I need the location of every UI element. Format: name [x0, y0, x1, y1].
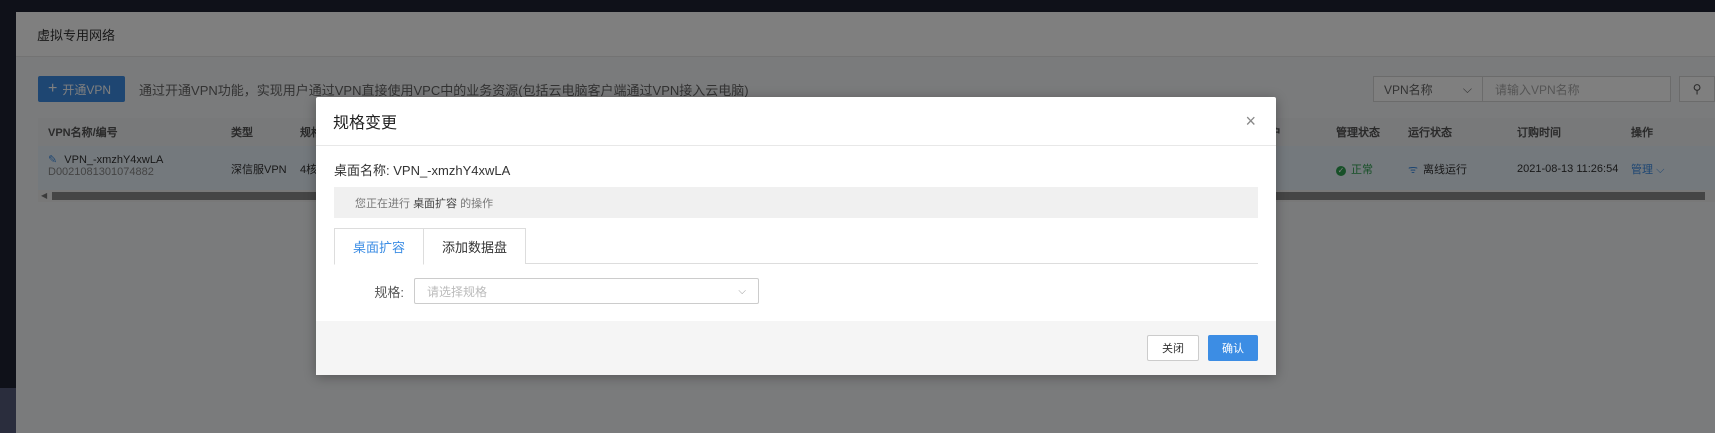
notice-prefix: 您正在进行 [355, 197, 410, 210]
left-strip [0, 388, 16, 433]
spec-select[interactable]: 请选择规格 ⌵ [414, 278, 759, 304]
desk-name: 桌面名称: VPN_-xmzhY4xwLA [334, 162, 511, 178]
close-icon[interactable]: × [1245, 111, 1256, 132]
modal-header: 规格变更 × [316, 97, 1276, 146]
spec-label: 规格: [374, 284, 404, 300]
chevron-down-icon: ⌵ [738, 285, 746, 297]
spec-change-dialog: 规格变更 × 桌面名称: VPN_-xmzhY4xwLA 您正在进行 桌面扩容 … [316, 97, 1276, 375]
notice-action: 桌面扩容 [413, 197, 458, 210]
spec-placeholder: 请选择规格 [427, 284, 488, 299]
modal-body: 桌面名称: VPN_-xmzhY4xwLA 您正在进行 桌面扩容 的操作 桌面扩… [316, 146, 1276, 304]
operation-notice: 您正在进行 桌面扩容 的操作 [334, 187, 1258, 218]
modal-footer: 关闭 确认 [316, 321, 1276, 375]
confirm-button[interactable]: 确认 [1208, 335, 1258, 361]
close-button[interactable]: 关闭 [1147, 335, 1199, 361]
modal-title: 规格变更 [333, 115, 398, 132]
tab-desktop-expand[interactable]: 桌面扩容 [334, 228, 425, 265]
notice-suffix: 的操作 [460, 197, 494, 210]
spec-form-row: 规格: 请选择规格 ⌵ [334, 278, 1258, 304]
tab-add-data-disk[interactable]: 添加数据盘 [424, 228, 527, 264]
modal-tabs: 桌面扩容 添加数据盘 [334, 228, 1258, 265]
